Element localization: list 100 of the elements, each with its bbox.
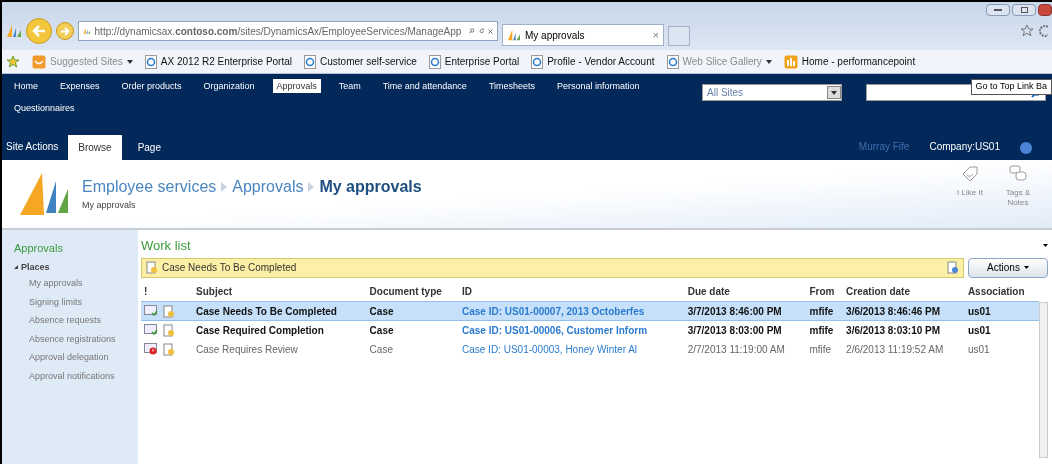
search-scope-dropdown[interactable]: All Sites [702,84,842,101]
tags-notes-button[interactable]: Tags & Notes [1000,164,1036,208]
case-link[interactable]: Case ID: US01-00006, Customer Inform [462,324,648,336]
table-cell: us01 [967,305,991,317]
page-subtitle: My approvals [82,199,137,213]
table-cell: 2/6/2013 11:19:52 AM [846,343,944,355]
breadcrumb-link[interactable]: Employee services [82,175,217,200]
back-button[interactable] [26,18,52,44]
nav-tab[interactable]: Personal information [553,79,644,93]
case-link[interactable]: Case ID: US01-00003, Honey Winter Al [462,343,638,355]
table-cell: mfife [809,324,834,336]
table-cell: mfife [809,305,834,317]
ribbon-tab[interactable]: Page [127,135,171,160]
section-title: Work list [141,237,191,255]
forward-button[interactable] [56,22,74,40]
table-cell: Case [369,305,394,317]
search-scope-text: All Sites [707,86,745,100]
logo-icon [6,24,22,38]
favorites-link[interactable]: Enterprise Portal [428,54,520,69]
help-icon[interactable] [1020,142,1032,154]
sidebar-link[interactable]: Absence requests [29,314,138,328]
company-menu[interactable]: Company:US01 [929,139,1000,160]
column-header[interactable]: Due date [687,285,730,297]
sidebar-link[interactable]: Absence registrations [29,332,138,346]
favorites-link[interactable]: Profile - Vendor Account [531,54,655,69]
web-page-icon [144,54,157,69]
web-page-icon [428,54,441,69]
table-row[interactable]: Case Required Completion Case Case ID: US01-00006, Customer Inform 3/7/2013 8:03:00 PM mfife 3/6/2013 8:03:10 PM us01 [141,320,1039,340]
table-cell: 3/7/2013 8:46:00 PM [687,305,782,317]
info-bar: Case Needs To Be Completed [141,257,964,278]
minimize-button[interactable] [986,4,1010,16]
table-cell: Case [369,343,393,355]
nav-tab[interactable]: Home [10,79,42,93]
favorites-link[interactable]: AX 2012 R2 Enterprise Portal [144,54,292,69]
favorites-star-icon[interactable] [6,55,20,68]
column-header[interactable]: From [809,285,835,297]
info-icon[interactable] [947,261,959,274]
dropdown-arrow-icon [765,59,772,64]
back-arrow-icon [32,25,46,37]
message-check-icon [144,305,158,317]
sidebar-link[interactable]: Signing limits [29,295,138,309]
nav-tab[interactable]: Order products [117,79,186,93]
breadcrumb-separator-icon [221,182,228,193]
table-cell: us01 [967,343,990,355]
breadcrumb-link[interactable]: Approvals [232,175,304,200]
nav-tab[interactable]: Time and attendance [378,79,471,93]
table-cell: 3/6/2013 8:03:10 PM [846,324,941,336]
refresh-icon[interactable] [478,26,485,36]
breadcrumb-separator-icon [308,182,315,193]
scrollbar[interactable] [1039,301,1048,458]
favorites-link[interactable]: Home - performancepoint [783,54,916,69]
column-header[interactable]: ID [462,285,472,297]
site-actions-menu[interactable]: Site Actions [2,139,63,160]
caret-icon[interactable] [1043,244,1048,248]
web-page-icon [531,54,544,69]
browser-tab[interactable]: My approvals × [502,24,664,46]
sidebar-link[interactable]: Approval delegation [29,351,138,365]
search-icon[interactable] [469,26,475,36]
column-header[interactable]: ! [144,285,148,297]
gear-icon[interactable] [1038,24,1048,38]
star-icon[interactable] [1020,24,1034,38]
ribbon-tab[interactable]: Browse [68,135,122,160]
group-header[interactable]: Places [21,260,50,274]
document-icon [163,304,175,318]
table-cell: 3/7/2013 8:03:00 PM [687,324,782,336]
tab-close-button[interactable]: × [652,26,659,44]
nav-tab[interactable]: Questionnaires [10,101,79,115]
nav-tab[interactable]: Organization [199,79,259,93]
column-header[interactable]: Document type [369,285,442,297]
favorites-link[interactable]: Customer self-service [304,54,417,69]
restore-button[interactable] [1012,4,1036,16]
tooltip: Go to Top Link Ba [970,79,1052,95]
tag-icon [960,164,980,184]
column-header[interactable]: Subject [196,285,233,297]
document-icon [146,261,158,274]
url-text: http://dynamicsax.contoso.com/sites/DynamicsAx/EmployeeServices/ManageApp [94,24,462,39]
nav-tab[interactable]: Approvals [272,79,321,93]
site-logo-icon [507,29,521,41]
nav-tab[interactable]: Team [334,79,365,93]
expand-triangle-icon[interactable] [14,265,18,270]
sidebar-link[interactable]: Approval notifications [29,369,138,383]
table-cell: Case Needs To Be Completed [196,305,337,317]
forward-arrow-icon [60,26,70,36]
close-button[interactable] [1038,4,1052,16]
sidebar-link[interactable]: My approvals [29,277,138,291]
address-bar[interactable]: http://dynamicsax.contoso.com/sites/DynamicsAx/EmployeeServices/ManageApp [78,21,498,41]
table-cell: us01 [967,324,991,336]
like-button[interactable]: I Like It [952,164,988,208]
table-cell: mfife [809,343,832,355]
column-header[interactable]: Creation date [846,285,910,297]
column-header[interactable]: Association [967,285,1025,297]
table-row[interactable]: Case Requires Review Case Case ID: US01-00003, Honey Winter Al 2/7/2013 11:19:00 AM mfife 2/6/2013 11:19:52 AM us01 [141,339,1039,359]
table-cell: Case Requires Review [196,343,298,355]
message-error-icon [144,343,158,355]
nav-tab[interactable]: Timesheets [484,79,540,93]
web-page-icon [666,54,679,69]
dropdown-arrow-icon [126,59,133,64]
page-title: My approvals [319,177,422,198]
actions-button[interactable]: Actions [968,257,1048,278]
nav-tab[interactable]: Expenses [56,79,104,93]
